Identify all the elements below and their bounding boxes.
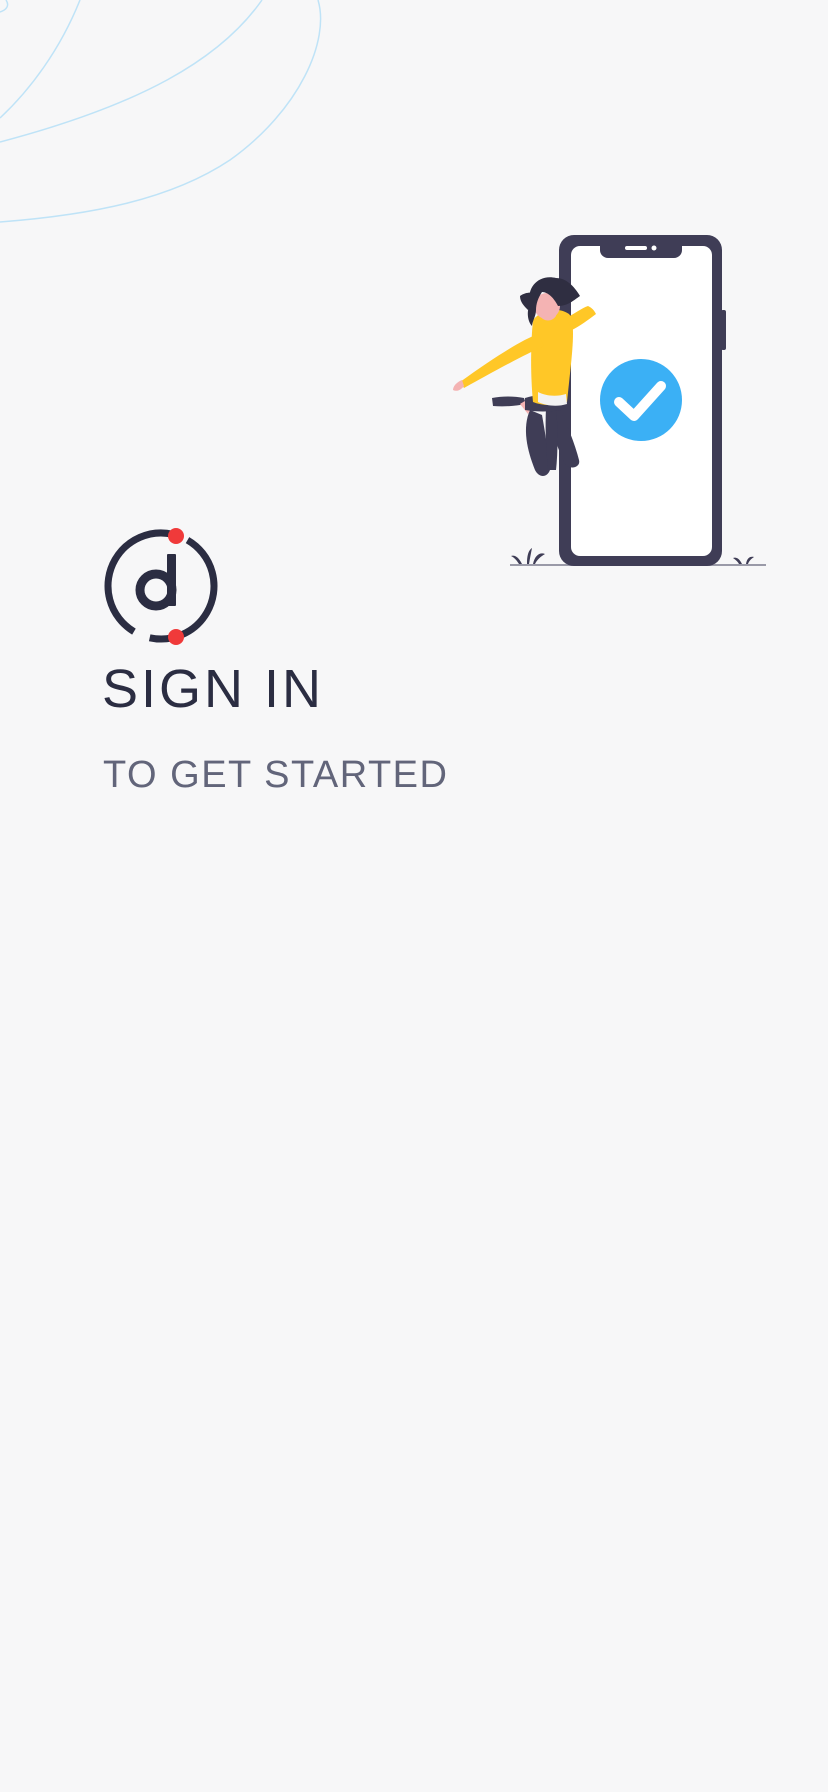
brand-logo — [104, 528, 218, 645]
woman-with-verified-phone-illustration — [453, 235, 766, 566]
background-curves — [0, 0, 322, 223]
sign-in-title: SIGN IN — [102, 659, 325, 719]
get-started-subtitle: TO GET STARTED — [103, 754, 449, 796]
check-circle-icon — [600, 359, 682, 441]
